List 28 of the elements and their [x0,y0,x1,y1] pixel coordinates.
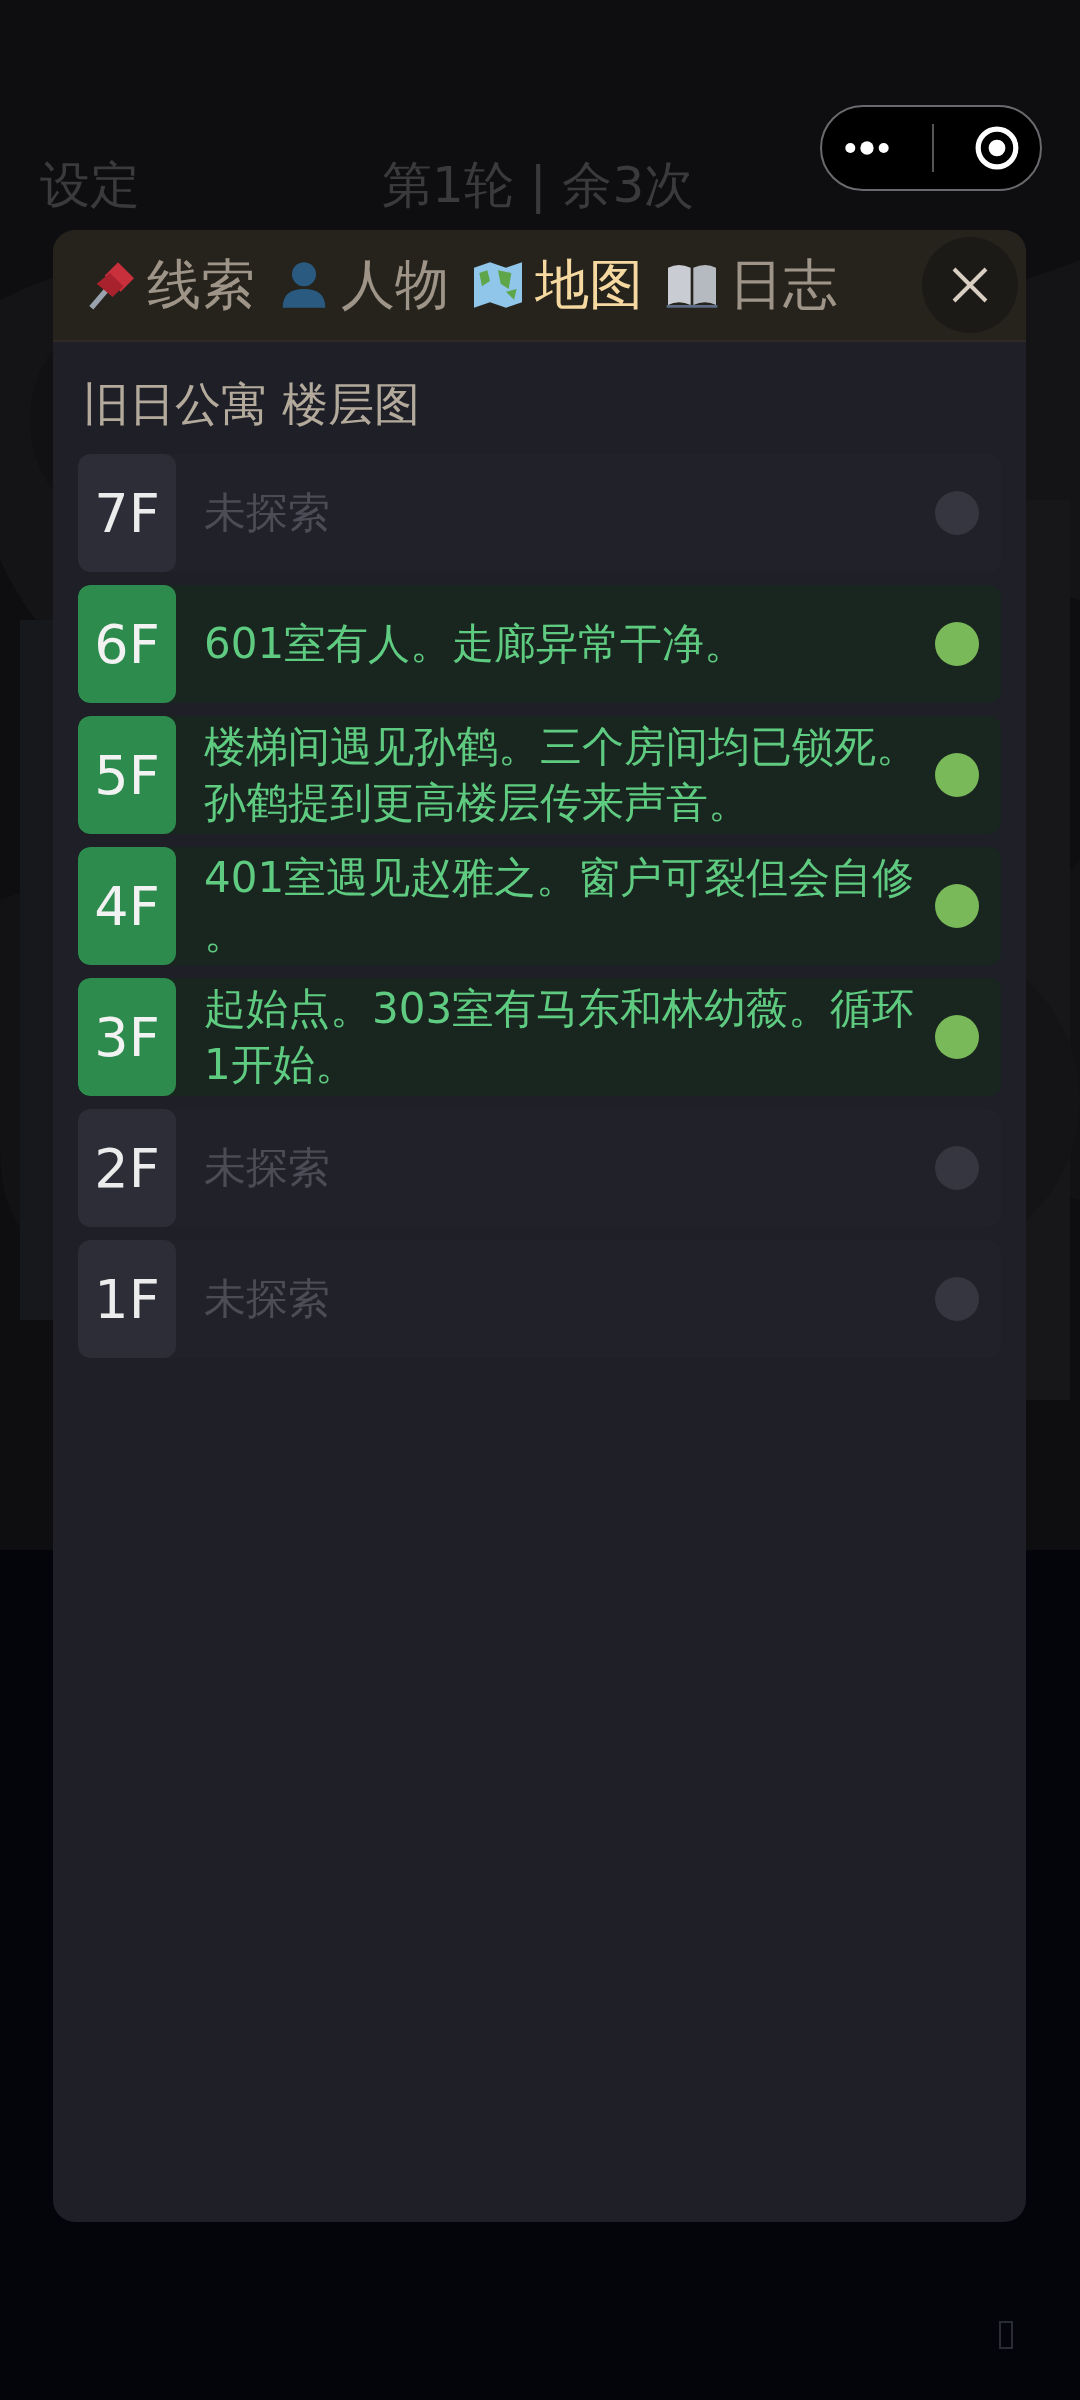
close-miniapp-icon[interactable] [974,125,1020,171]
close-icon [950,265,990,305]
floor-badge: 2F [78,1109,176,1227]
floor-badge: 7F [78,454,176,572]
floor-badge: 4F [78,847,176,965]
map-title: 旧日公寓 楼层图 [82,376,421,433]
tab[interactable]: 地图 [471,248,643,322]
status-dot [935,1015,979,1059]
floor-row[interactable]: 4F 401室遇见赵雅之。窗户可裂但会自修。 [78,847,1001,965]
status-dot [935,884,979,928]
status-dot [935,753,979,797]
floor-note: 起始点。303室有马东和林幼薇。循环1开始。 [204,983,916,1091]
tab[interactable]: 日志 [665,248,837,322]
box-icon [998,2320,1014,2350]
floor-badge: 3F [78,978,176,1096]
floor-badge: 6F [78,585,176,703]
floor-row[interactable]: 3F 起始点。303室有马东和林幼薇。循环1开始。 [78,978,1001,1096]
floor-row[interactable]: 5F 楼梯间遇见孙鹤。三个房间均已锁死。孙鹤提到更高楼层传来声音。 [78,716,1001,834]
floor-note: 601室有人。走廊异常干净。 [204,618,748,670]
status-dot [935,622,979,666]
tab[interactable]: 人物 [277,248,449,322]
floor-note: 楼梯间遇见孙鹤。三个房间均已锁死。孙鹤提到更高楼层传来声音。 [204,721,919,829]
more-icon[interactable] [842,139,892,157]
floor-note: 401室遇见赵雅之。窗户可裂但会自修。 [204,852,916,960]
floor-badge: 1F [78,1240,176,1358]
tab[interactable]: 线索 [83,248,255,322]
floor-row[interactable]: 6F 601室有人。走廊异常干净。 [78,585,1001,703]
floor-badge: 5F [78,716,176,834]
